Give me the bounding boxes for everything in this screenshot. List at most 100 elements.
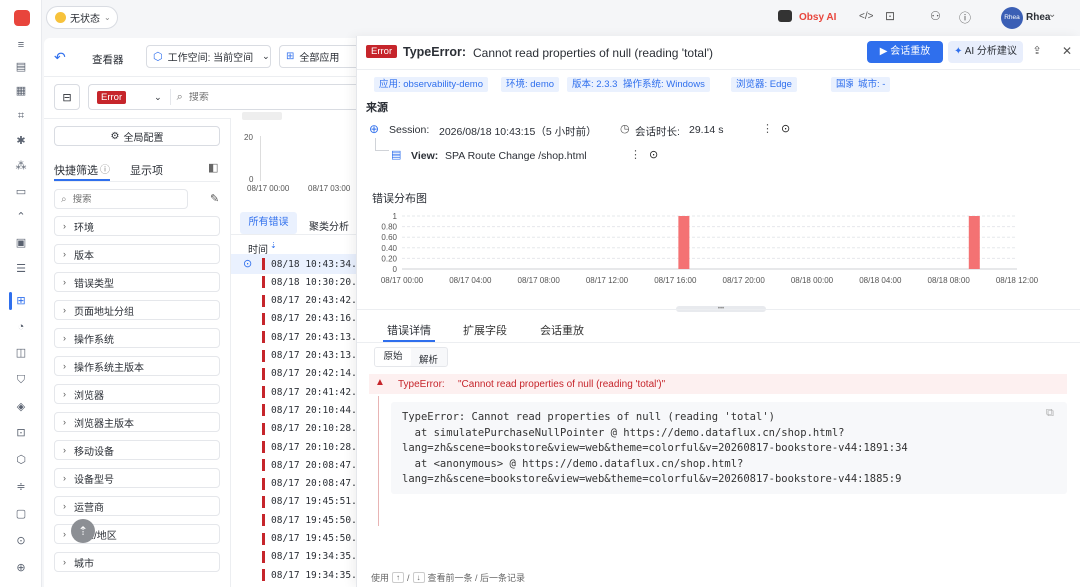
facet-item[interactable]: › 城市 bbox=[54, 552, 220, 572]
user-name[interactable]: Rhea bbox=[1026, 12, 1050, 23]
attribute-tag[interactable]: 版本: 2.3.3 bbox=[567, 77, 623, 92]
facet-item[interactable]: › 错误类型 bbox=[54, 272, 220, 292]
attribute-tag[interactable]: 操作系统: Windows bbox=[618, 77, 710, 92]
ai-suggestion-button[interactable]: ✦ AI 分析建议 bbox=[948, 41, 1023, 63]
footer-slash: / bbox=[407, 572, 410, 583]
facet-item[interactable]: › 环境 bbox=[54, 216, 220, 236]
row-time: 08/17 19:45:50.1 bbox=[271, 533, 363, 544]
stack-line: at <anonymous> @ https://demo.dataflux.c… bbox=[402, 457, 744, 470]
header-divider bbox=[357, 69, 1080, 70]
nav-shield-icon[interactable]: ⛉ bbox=[14, 373, 28, 387]
chart-x-tick-label: 08/18 00:00 bbox=[791, 276, 834, 285]
facet-item[interactable]: › 设备型号 bbox=[54, 468, 220, 488]
nav-book-icon[interactable]: ▤ bbox=[14, 60, 28, 74]
nav-doc-icon[interactable]: ▭ bbox=[14, 185, 28, 199]
facet-label: 操作系统 bbox=[74, 334, 114, 346]
info-icon[interactable]: ⓘ bbox=[100, 161, 110, 176]
nav-scan-icon[interactable]: ⌗ bbox=[14, 109, 28, 123]
nav-calendar-icon[interactable]: ▦ bbox=[14, 84, 28, 98]
tab-cluster-analysis[interactable]: 聚类分析 bbox=[309, 218, 349, 233]
nav-bug-icon[interactable]: ✱ bbox=[14, 134, 28, 148]
view-play-icon[interactable]: ⊙ bbox=[649, 148, 658, 161]
nav-lock-icon[interactable]: ⊡ bbox=[14, 426, 28, 440]
user-icon[interactable]: ⚇ bbox=[930, 9, 941, 23]
close-icon[interactable]: ✕ bbox=[1059, 44, 1075, 58]
facet-item[interactable]: › 版本 bbox=[54, 244, 220, 264]
session-play-icon[interactable]: ⊙ bbox=[781, 122, 790, 135]
facet-tabs-divider bbox=[54, 181, 220, 182]
code-icon[interactable]: </> bbox=[859, 11, 873, 22]
session-more-icon[interactable]: ⋮ bbox=[762, 122, 773, 135]
nav-chart-icon[interactable]: ⌃ bbox=[14, 210, 28, 224]
error-source-badge[interactable]: Error bbox=[97, 90, 127, 104]
nav-hex-icon[interactable]: ⬡ bbox=[14, 453, 28, 467]
share-icon[interactable]: ⇪ bbox=[1029, 44, 1045, 58]
facet-search[interactable]: ⌕ bbox=[54, 189, 188, 209]
tab-quick-filter[interactable]: 快捷筛选 bbox=[54, 162, 98, 178]
back-icon[interactable]: ↶ bbox=[54, 49, 66, 66]
footer-use: 使用 bbox=[371, 573, 390, 583]
subtab-raw[interactable]: 原始 bbox=[375, 348, 411, 366]
collapse-panel-icon[interactable]: ◧ bbox=[208, 161, 218, 174]
facet-item[interactable]: › 移动设备 bbox=[54, 440, 220, 460]
attribute-tag[interactable]: 环境: demo bbox=[501, 77, 560, 92]
tab-display[interactable]: 显示项 bbox=[130, 162, 163, 178]
chevron-down-icon: ⌄ bbox=[104, 13, 111, 22]
row-time: 08/17 20:08:47.8 bbox=[271, 459, 363, 471]
attribute-tag[interactable]: 浏览器: Edge bbox=[731, 77, 797, 92]
nav-apps-icon[interactable]: ⊞ bbox=[14, 294, 28, 308]
nav-compass-icon[interactable]: ◔ bbox=[14, 320, 28, 334]
facet-item[interactable]: › 页面地址分组 bbox=[54, 300, 220, 320]
error-status-bar bbox=[262, 386, 265, 399]
workspace-select[interactable]: ⬡ 工作空间: 当前空间 ⌄ bbox=[146, 45, 271, 68]
app-logo-icon[interactable] bbox=[14, 10, 30, 26]
facet-search-input[interactable] bbox=[72, 193, 173, 205]
nav-layers-icon[interactable]: ◈ bbox=[14, 400, 28, 414]
tab-session-replay[interactable]: 会话重放 bbox=[540, 322, 584, 338]
global-config-button[interactable]: ⚙ 全局配置 bbox=[54, 126, 220, 146]
session-replay-button[interactable]: ▶ 会话重放 bbox=[867, 41, 943, 63]
user-chevron-icon[interactable]: ⌄ bbox=[1048, 9, 1056, 20]
nav-satellite-icon[interactable]: ⊙ bbox=[14, 534, 28, 548]
facet-label: 页面地址分组 bbox=[74, 306, 134, 318]
nav-monitor-icon[interactable]: ▢ bbox=[14, 507, 28, 521]
subtab-raw-label: 原始 bbox=[383, 351, 403, 362]
avatar[interactable]: Rhea bbox=[1001, 7, 1023, 29]
attribute-tag[interactable]: 城市: - bbox=[853, 77, 891, 92]
filter-toggle-button[interactable]: ⊟ bbox=[54, 84, 80, 110]
chart-x-tick-label: 08/17 04:00 bbox=[449, 276, 492, 285]
nav-menu-icon[interactable]: ≡ bbox=[14, 38, 28, 52]
facet-item[interactable]: › 运营商 bbox=[54, 496, 220, 516]
nav-integrations-icon[interactable]: ⊕ bbox=[14, 561, 28, 575]
facet-label: 错误类型 bbox=[74, 278, 114, 290]
facet-label: 城市 bbox=[74, 558, 94, 570]
tab-all-errors[interactable]: 所有错误 bbox=[240, 212, 297, 234]
facet-item[interactable]: › 浏览器 bbox=[54, 384, 220, 404]
copy-icon[interactable]: ⧉ bbox=[1046, 407, 1054, 420]
status-dropdown[interactable]: 无状态 ⌄ bbox=[46, 6, 118, 29]
search-input[interactable] bbox=[188, 91, 329, 103]
tab-error-details[interactable]: 错误详情 bbox=[387, 322, 431, 338]
attribute-tag[interactable]: 应用: observability-demo bbox=[374, 77, 489, 92]
sort-desc-icon[interactable]: ⇣ bbox=[270, 241, 277, 250]
facet-item[interactable]: › 操作系统主版本 bbox=[54, 356, 220, 376]
tab-extended-fields[interactable]: 扩展字段 bbox=[463, 322, 507, 338]
screenshot-icon[interactable]: ⊡ bbox=[885, 9, 895, 23]
scroll-top-button[interactable]: ⇡ bbox=[71, 519, 95, 543]
nav-report-icon[interactable]: ▣ bbox=[14, 236, 28, 250]
facet-item[interactable]: › 操作系统 bbox=[54, 328, 220, 348]
facet-item[interactable]: › 浏览器主版本 bbox=[54, 412, 220, 432]
error-status-bar bbox=[262, 477, 265, 490]
subtab-parsed[interactable]: 解析 bbox=[419, 352, 438, 366]
help-icon[interactable]: ⓘ bbox=[959, 9, 971, 26]
nav-robot-icon[interactable]: ◫ bbox=[14, 346, 28, 360]
obsy-ai-button[interactable]: Obsy AI bbox=[799, 12, 836, 23]
nav-settings-icon[interactable]: ≑ bbox=[14, 480, 28, 494]
nav-nodes-icon[interactable]: ⁂ bbox=[14, 159, 28, 173]
chevron-right-icon: › bbox=[63, 445, 66, 455]
view-more-icon[interactable]: ⋮ bbox=[630, 148, 641, 161]
nav-list-icon[interactable]: ☰ bbox=[14, 262, 28, 276]
source-chevron-icon[interactable]: ⌄ bbox=[154, 92, 162, 103]
edit-icon[interactable]: ✎ bbox=[210, 192, 219, 205]
error-message-title: Cannot read properties of null (reading … bbox=[473, 46, 714, 60]
